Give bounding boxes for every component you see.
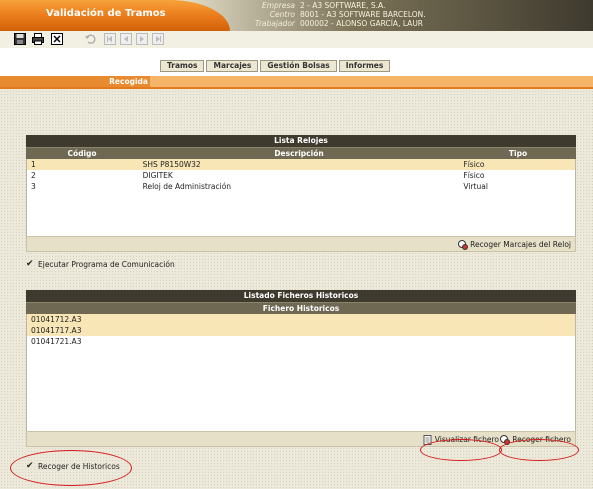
codigo-cell: 3	[31, 182, 36, 191]
main-tabs: Tramos Marcajes Gestión Bolsas Informes	[160, 60, 392, 72]
fichero-name: 01041712.A3	[31, 315, 82, 324]
empresa-label: Empresa	[261, 1, 295, 10]
tipo-cell: Físico	[463, 171, 485, 180]
relojes-footer: Recoger Marcajes del Reloj	[26, 236, 576, 252]
undo-icon	[84, 33, 96, 45]
next-icon	[136, 33, 148, 45]
fichero-name: 01041717.A3	[31, 326, 82, 335]
ficheros-panel: Listado Ficheros Historicos Fichero Hist…	[26, 290, 576, 447]
descripcion-cell: Reloj de Administración	[142, 182, 232, 191]
section-strip: Recogida	[0, 76, 593, 89]
centro-label: Centro	[269, 10, 295, 19]
ficheros-header: Fichero Historicos	[26, 302, 576, 314]
empresa-value: 2 - A3 SOFTWARE, S.A.	[300, 1, 386, 10]
ficheros-list: 01041712.A3 01041717.A3 01041721.A3	[26, 314, 576, 431]
annotation-oval-recoger	[499, 439, 579, 461]
codigo-cell: 1	[31, 160, 36, 169]
relojes-list: 1 SHS P8150W32 Físico 2 DIGITEK Físico 3…	[26, 159, 576, 236]
print-icon[interactable]	[32, 33, 44, 45]
ficheros-title: Listado Ficheros Historicos	[26, 290, 576, 302]
descripcion-cell: SHS P8150W32	[142, 160, 201, 169]
save-icon[interactable]	[14, 33, 26, 45]
clock-icon	[458, 240, 469, 250]
tab-marcajes[interactable]: Marcajes	[206, 60, 259, 72]
recoger-marcajes-button[interactable]: Recoger Marcajes del Reloj	[458, 239, 571, 251]
trabajador-label: Trabajador	[254, 19, 295, 28]
last-icon	[152, 33, 164, 45]
trabajador-value: 000002 - ALONSO GARCÍA, LAUR	[300, 19, 424, 28]
list-item[interactable]: 01041712.A3	[27, 314, 575, 325]
previous-icon	[120, 33, 132, 45]
table-row[interactable]: 3 Reloj de Administración Virtual	[27, 181, 575, 192]
recoger-marcajes-label: Recoger Marcajes del Reloj	[470, 240, 571, 249]
annotation-oval-historicos	[10, 450, 132, 486]
tab-tramos[interactable]: Tramos	[160, 60, 205, 72]
fichero-column-header[interactable]: Fichero Historicos	[26, 303, 576, 314]
tab-recogida[interactable]: Recogida	[0, 76, 150, 87]
close-icon[interactable]	[51, 33, 63, 45]
icon-toolbar	[0, 31, 593, 48]
relojes-header: Código Descripción Tipo	[26, 147, 576, 159]
checkmark-icon: ✔	[26, 259, 34, 269]
first-icon	[104, 33, 116, 45]
centro-value: 8001 - A3 SOFTWARE BARCELON.	[300, 10, 426, 19]
relojes-title: Lista Relojes	[26, 135, 576, 147]
table-row[interactable]: 1 SHS P8150W32 Físico	[27, 159, 575, 170]
list-item[interactable]: 01041717.A3	[27, 325, 575, 336]
tipo-cell: Físico	[463, 160, 485, 169]
tipo-cell: Virtual	[463, 182, 488, 191]
relojes-panel: Lista Relojes Código Descripción Tipo 1 …	[26, 135, 576, 252]
table-row[interactable]: 2 DIGITEK Físico	[27, 170, 575, 181]
codigo-cell: 2	[31, 171, 36, 180]
context-values: 2 - A3 SOFTWARE, S.A. 8001 - A3 SOFTWARE…	[300, 1, 590, 28]
tab-gestion-bolsas[interactable]: Gestión Bolsas	[260, 60, 337, 72]
descripcion-cell: DIGITEK	[142, 171, 173, 180]
annotation-oval-visualizar	[420, 439, 502, 461]
list-item[interactable]: 01041721.A3	[27, 336, 575, 347]
ejecutar-checkbox[interactable]: ✔ Ejecutar Programa de Comunicación	[26, 259, 175, 269]
tipo-column-header[interactable]: Tipo	[460, 148, 576, 159]
codigo-column-header[interactable]: Código	[26, 148, 138, 159]
fichero-name: 01041721.A3	[31, 337, 82, 346]
context-labels: Empresa Centro Trabajador	[185, 1, 295, 28]
descripcion-column-header[interactable]: Descripción	[138, 148, 460, 159]
ejecutar-label: Ejecutar Programa de Comunicación	[38, 259, 175, 269]
tab-informes[interactable]: Informes	[338, 60, 391, 72]
